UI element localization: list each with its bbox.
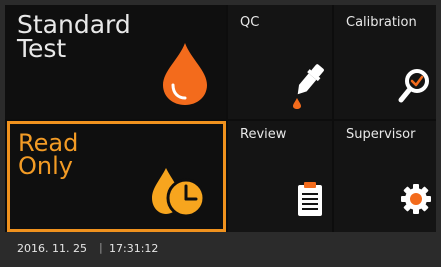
device-frame: Standard Test QC Calibration Read Only R… xyxy=(0,0,441,267)
supervisor-label: Supervisor xyxy=(346,127,416,142)
qc-label: QC xyxy=(240,15,260,30)
status-bar: 2016. 11. 25 | 17:31:12 xyxy=(5,232,436,267)
calibration-tile[interactable]: Calibration xyxy=(334,5,436,119)
standard-test-tile[interactable]: Standard Test xyxy=(5,5,226,119)
blood-drop-icon xyxy=(163,43,207,105)
review-tile[interactable]: Review xyxy=(228,121,332,232)
home-screen: Standard Test QC Calibration Read Only R… xyxy=(5,5,436,232)
dropper-icon xyxy=(293,64,324,109)
status-separator: | xyxy=(99,241,103,254)
gear-icon xyxy=(401,184,431,214)
magnifier-check-icon xyxy=(398,69,429,103)
calibration-label: Calibration xyxy=(346,15,417,30)
standard-test-label: Standard Test xyxy=(17,10,131,63)
read-only-label: Read Only xyxy=(18,129,79,180)
drop-clock-icon xyxy=(152,168,206,218)
qc-tile[interactable]: QC xyxy=(228,5,332,119)
date-text: 2016. 11. 25 xyxy=(17,242,87,255)
time-text: 17:31:12 xyxy=(109,242,159,255)
read-only-tile[interactable]: Read Only xyxy=(7,121,226,232)
supervisor-tile[interactable]: Supervisor xyxy=(334,121,436,232)
review-label: Review xyxy=(240,127,287,142)
clipboard-icon xyxy=(298,182,322,216)
